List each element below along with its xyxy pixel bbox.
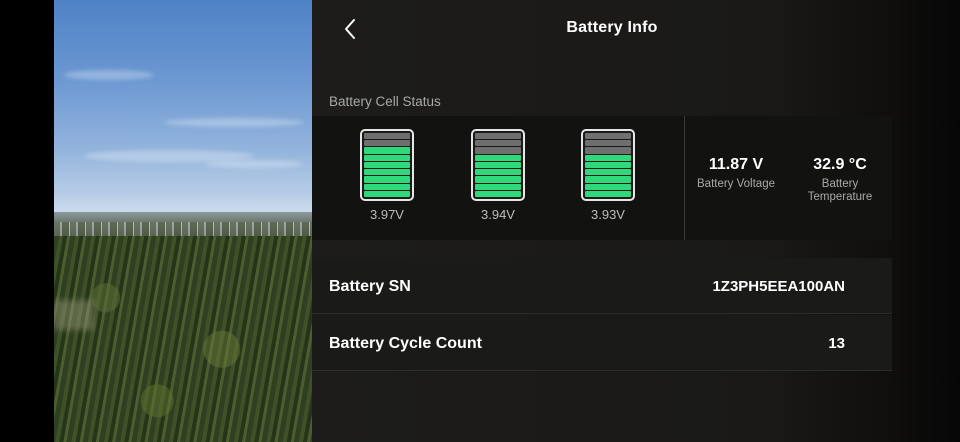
cell-segment-charged (364, 161, 410, 169)
cloud (204, 160, 304, 168)
horizon (54, 212, 312, 222)
battery-cell-3: 3.93V (581, 129, 635, 222)
page-title: Battery Info (566, 19, 658, 36)
battery-info-panel: Battery Info Battery Cell Status 3.97V 3… (312, 0, 960, 442)
section-label-cell-status: Battery Cell Status (329, 94, 441, 109)
cloud (64, 70, 154, 80)
battery-sn-value: 1Z3PH5EEA100AN (712, 278, 845, 295)
battery-voltage-value: 11.87 V (708, 156, 764, 173)
cell-segment-charged (585, 183, 631, 190)
battery-cell-1: 3.97V (360, 129, 414, 222)
battery-cycle-count-value: 13 (828, 335, 845, 352)
cell-voltage: 3.93V (591, 207, 625, 222)
cell-segment-charged (475, 176, 521, 183)
cell-segment-charged (475, 161, 521, 169)
cell-segment-charged (585, 176, 631, 183)
cell-segment-empty (585, 147, 631, 154)
battery-sn-row: Battery SN 1Z3PH5EEA100AN (312, 258, 892, 314)
cell-voltage: 3.97V (370, 207, 404, 222)
battery-cycle-count-row: Battery Cycle Count 13 (312, 315, 892, 371)
cell-segment-empty (585, 140, 631, 147)
battery-voltage-label: Battery Voltage (697, 178, 775, 190)
cell-segment-charged (364, 176, 410, 183)
divider (684, 116, 685, 240)
forest (54, 236, 312, 442)
battery-voltage-stat: 11.87 V Battery Voltage (692, 156, 780, 191)
left-black-bar (0, 0, 54, 442)
cell-segment-charged (364, 190, 410, 197)
cell-segment-empty (364, 140, 410, 147)
cell-segment-charged (585, 190, 631, 197)
camera-live-view[interactable] (54, 0, 312, 442)
cells-area: 3.97V 3.94V 3.93V (312, 116, 684, 240)
cell-segment-charged (475, 169, 521, 176)
cell-segment-charged (364, 169, 410, 176)
battery-cycle-count-label: Battery Cycle Count (329, 335, 482, 352)
cell-segment-charged (364, 147, 410, 154)
battery-cell-icon (360, 129, 414, 201)
cell-segment-empty (475, 147, 521, 154)
cell-segment-empty (475, 133, 521, 140)
battery-temperature-value: 32.9 °C (813, 156, 867, 173)
cell-segment-charged (364, 183, 410, 190)
cell-segment-charged (475, 183, 521, 190)
battery-cell-icon (581, 129, 635, 201)
battery-cell-2: 3.94V (471, 129, 525, 222)
clearing (54, 300, 94, 330)
cloud (164, 118, 304, 127)
battery-temperature-label: Battery Temperature (807, 178, 873, 203)
cell-segment-charged (475, 190, 521, 197)
cell-segment-charged (364, 154, 410, 161)
cell-voltage: 3.94V (481, 207, 515, 222)
cell-segment-empty (475, 140, 521, 147)
battery-cell-status-card: 3.97V 3.94V 3.93V 11.87 V Battery Voltag… (312, 116, 892, 240)
cell-segment-charged (585, 154, 631, 161)
cell-segment-charged (585, 161, 631, 169)
battery-sn-label: Battery SN (329, 278, 411, 295)
cell-segment-charged (475, 154, 521, 161)
cell-segment-empty (585, 133, 631, 140)
battery-cell-icon (471, 129, 525, 201)
battery-temperature-stat: 32.9 °C Battery Temperature (796, 156, 884, 204)
cell-segment-charged (585, 169, 631, 176)
cell-segment-empty (364, 133, 410, 140)
